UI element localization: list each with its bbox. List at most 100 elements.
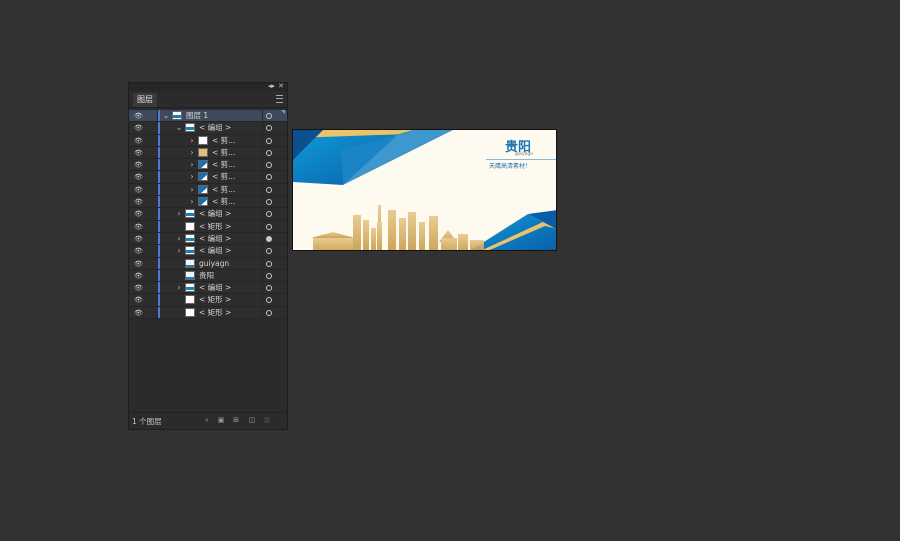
visibility-eye-icon[interactable]: 👁	[134, 223, 143, 231]
target-circle-icon[interactable]	[266, 125, 272, 132]
chevron-right-icon[interactable]: ›	[175, 209, 183, 219]
lock-toggle[interactable]	[146, 306, 158, 319]
target-circle-icon[interactable]	[266, 211, 272, 218]
layer-row[interactable]: 👁 < 矩形 >	[129, 220, 287, 233]
panel-menu-icon[interactable]	[276, 95, 283, 103]
chevron-right-icon[interactable]: ›	[188, 148, 196, 158]
layer-row[interactable]: 👁 ⌄ < 编组 >	[129, 122, 287, 135]
target-circle-icon[interactable]	[266, 199, 272, 206]
lock-toggle[interactable]	[146, 159, 158, 171]
layer-row[interactable]: 👁 guiyagn	[129, 257, 287, 270]
lock-toggle[interactable]	[146, 232, 158, 245]
layer-name[interactable]: < 矩形 >	[199, 294, 231, 306]
visibility-eye-icon[interactable]: 👁	[134, 124, 143, 132]
chevron-right-icon[interactable]: ›	[188, 136, 196, 146]
visibility-eye-icon[interactable]: 👁	[134, 137, 143, 145]
target-circle-icon[interactable]	[266, 285, 272, 292]
layer-name[interactable]: < 剪...	[212, 159, 235, 171]
target-circle-icon[interactable]	[266, 223, 272, 230]
layer-row[interactable]: 👁 › < 剪...	[129, 134, 287, 147]
visibility-eye-icon[interactable]: 👁	[134, 186, 143, 194]
visibility-eye-icon[interactable]: 👁	[134, 112, 143, 120]
visibility-eye-icon[interactable]: 👁	[134, 260, 143, 268]
target-circle-icon[interactable]	[266, 235, 272, 242]
panel-titlebar[interactable]: ◂▸ ✕	[129, 82, 287, 91]
lock-toggle[interactable]	[146, 245, 158, 257]
target-circle-icon[interactable]	[266, 137, 272, 144]
target-circle-icon[interactable]	[266, 248, 272, 255]
layer-row[interactable]: 👁 < 矩形 >	[129, 306, 287, 320]
layer-name[interactable]: < 剪...	[212, 196, 235, 208]
chevron-down-icon[interactable]: ⌄	[175, 123, 183, 133]
target-circle-icon[interactable]	[266, 260, 272, 267]
target-circle-icon[interactable]	[266, 186, 272, 193]
chevron-right-icon[interactable]: ›	[188, 172, 196, 182]
clip-icon[interactable]: ▣	[217, 416, 225, 424]
chevron-right-icon[interactable]: ›	[188, 197, 196, 207]
target-circle-icon[interactable]	[266, 272, 272, 279]
lock-toggle[interactable]	[146, 220, 158, 232]
lock-toggle[interactable]	[146, 294, 158, 306]
lock-toggle[interactable]	[146, 110, 158, 122]
visibility-eye-icon[interactable]: 👁	[134, 173, 143, 181]
layer-row[interactable]: 👁 贵阳	[129, 269, 287, 283]
visibility-eye-icon[interactable]: 👁	[134, 247, 143, 255]
close-icon[interactable]: ✕	[278, 82, 284, 91]
layer-row[interactable]: 👁 › < 剪...	[129, 159, 287, 172]
layer-name[interactable]: < 剪...	[212, 147, 235, 159]
layer-row[interactable]: 👁 › < 剪...	[129, 183, 287, 197]
chevron-right-icon[interactable]: ›	[188, 160, 196, 170]
lock-toggle[interactable]	[146, 183, 158, 196]
layer-name[interactable]: 图层 1	[186, 110, 208, 122]
visibility-eye-icon[interactable]: 👁	[134, 309, 143, 317]
target-circle-icon[interactable]	[266, 162, 272, 169]
layer-row[interactable]: 👁 › < 剪...	[129, 146, 287, 160]
layer-name[interactable]: < 矩形 >	[199, 221, 231, 233]
layer-name[interactable]: < 矩形 >	[199, 307, 231, 319]
layer-row[interactable]: 👁 › < 剪...	[129, 171, 287, 184]
layer-name[interactable]: < 编组 >	[199, 245, 231, 257]
lock-toggle[interactable]	[146, 208, 158, 220]
visibility-eye-icon[interactable]: 👁	[134, 296, 143, 304]
layer-row[interactable]: 👁 › < 编组 >	[129, 282, 287, 295]
layer-row[interactable]: 👁 › < 编组 >	[129, 232, 287, 246]
trash-icon[interactable]: ▥	[263, 416, 271, 424]
layer-name[interactable]: < 剪...	[212, 171, 235, 183]
new-layer-icon[interactable]: ◫	[248, 416, 256, 424]
layer-row[interactable]: 👁 › < 编组 >	[129, 208, 287, 221]
visibility-eye-icon[interactable]: 👁	[134, 198, 143, 206]
chevron-down-icon[interactable]: ⌄	[162, 111, 170, 121]
visibility-eye-icon[interactable]: 👁	[134, 272, 143, 280]
artboard-canvas[interactable]: 贵阳 guiyagn 天鹰高清素材！	[292, 129, 557, 251]
layer-name[interactable]: guiyagn	[199, 258, 229, 270]
target-circle-icon[interactable]	[266, 297, 272, 304]
lock-toggle[interactable]	[146, 122, 158, 134]
target-circle-icon[interactable]	[266, 149, 272, 156]
lock-toggle[interactable]	[146, 196, 158, 208]
chevron-right-icon[interactable]: ›	[188, 185, 196, 195]
layer-name[interactable]: < 编组 >	[199, 282, 231, 294]
search-icon[interactable]: ⌕	[203, 416, 211, 424]
double-arrow-icon[interactable]: ◂▸	[268, 82, 275, 91]
lock-toggle[interactable]	[146, 257, 158, 269]
layer-name[interactable]: < 编组 >	[199, 233, 231, 245]
chevron-right-icon[interactable]: ›	[175, 234, 183, 244]
new-sublayer-icon[interactable]: ⊞	[232, 416, 240, 424]
layer-row[interactable]: 👁 < 矩形 >	[129, 294, 287, 307]
tab-layers[interactable]: 图层	[133, 93, 157, 107]
visibility-eye-icon[interactable]: 👁	[134, 149, 143, 157]
layer-name[interactable]: < 剪...	[212, 184, 235, 196]
lock-toggle[interactable]	[146, 171, 158, 183]
lock-toggle[interactable]	[146, 146, 158, 159]
target-circle-icon[interactable]	[266, 113, 272, 119]
target-circle-icon[interactable]	[266, 309, 272, 316]
visibility-eye-icon[interactable]: 👁	[134, 161, 143, 169]
layer-row[interactable]: 👁 ⌄ 图层 1	[129, 110, 287, 123]
layer-name[interactable]: < 编组 >	[199, 122, 231, 134]
layer-name[interactable]: < 编组 >	[199, 208, 231, 220]
lock-toggle[interactable]	[146, 269, 158, 282]
layer-row[interactable]: 👁 › < 剪...	[129, 196, 287, 209]
target-circle-icon[interactable]	[266, 174, 272, 181]
layer-name[interactable]: 贵阳	[199, 270, 214, 282]
visibility-eye-icon[interactable]: 👁	[134, 284, 143, 292]
